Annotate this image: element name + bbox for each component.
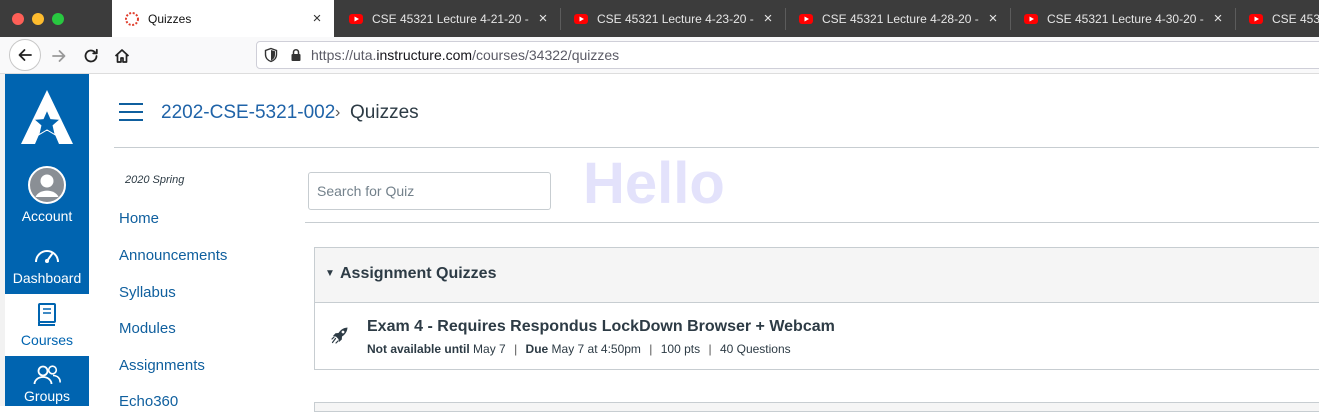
browser-tab-lecture-4-21[interactable]: CSE 45321 Lecture 4-21-20 - Y × bbox=[336, 0, 560, 37]
overlay-hello-text: Hello bbox=[583, 151, 725, 216]
close-window-button[interactable] bbox=[12, 12, 24, 25]
content-divider bbox=[305, 222, 1319, 223]
back-button[interactable] bbox=[9, 39, 41, 71]
meta-separator: | bbox=[514, 342, 518, 356]
quiz-group-header[interactable]: ▼ Assignment Quizzes bbox=[315, 248, 1319, 303]
browser-tab-lecture-4-23[interactable]: CSE 45321 Lecture 4-23-20 - Y × bbox=[561, 0, 785, 37]
course-nav-announcements[interactable]: Announcements bbox=[119, 247, 227, 264]
back-arrow-icon bbox=[18, 49, 32, 61]
course-menu-toggle-icon[interactable] bbox=[119, 103, 143, 121]
home-icon bbox=[114, 49, 130, 63]
nav-groups[interactable]: Groups bbox=[5, 364, 89, 414]
course-nav-syllabus[interactable]: Syllabus bbox=[119, 284, 176, 301]
lock-icon[interactable] bbox=[289, 48, 303, 62]
breadcrumb-course[interactable]: 2202-CSE-5321-002 bbox=[161, 102, 335, 124]
browser-tab-quizzes[interactable]: Quizzes × bbox=[112, 0, 334, 37]
quiz-group-title: Assignment Quizzes bbox=[340, 265, 497, 282]
nav-dashboard[interactable]: Dashboard bbox=[5, 238, 89, 294]
meta-separator: | bbox=[708, 342, 712, 356]
browser-tab-lecture-partial[interactable]: CSE 4532 bbox=[1236, 0, 1319, 37]
youtube-icon bbox=[799, 13, 813, 24]
global-navigation: Account Dashboard Courses Groups bbox=[5, 74, 89, 406]
nav-account[interactable]: Account bbox=[5, 166, 89, 228]
nav-groups-label: Groups bbox=[24, 388, 70, 404]
browser-toolbar: https://uta.instructure.com/courses/3432… bbox=[0, 37, 1319, 74]
groups-people-icon bbox=[33, 365, 61, 385]
home-button[interactable] bbox=[107, 41, 137, 71]
meta-separator: | bbox=[649, 342, 653, 356]
quiz-group-assignment-quizzes: ▼ Assignment Quizzes Exam 4 - Requires R… bbox=[314, 247, 1319, 370]
header-divider bbox=[114, 147, 1319, 148]
uta-logo-icon bbox=[21, 90, 73, 144]
courses-book-icon bbox=[38, 303, 56, 326]
course-nav-assignments[interactable]: Assignments bbox=[119, 357, 205, 374]
tab-title: CSE 4532 bbox=[1272, 11, 1319, 26]
quiz-rocket-icon bbox=[331, 327, 348, 344]
nav-courses[interactable]: Courses bbox=[5, 294, 89, 356]
tab-title: CSE 45321 Lecture 4-28-20 - Y bbox=[822, 11, 980, 26]
quiz-title-link[interactable]: Exam 4 - Requires Respondus LockDown Bro… bbox=[367, 318, 835, 336]
nav-dashboard-label: Dashboard bbox=[12, 270, 82, 286]
address-bar[interactable]: https://uta.instructure.com/courses/3432… bbox=[256, 41, 1319, 69]
browser-tab-lecture-4-30[interactable]: CSE 45321 Lecture 4-30-20 - Y × bbox=[1011, 0, 1235, 37]
course-nav-home[interactable]: Home bbox=[119, 210, 159, 227]
course-nav-echo360[interactable]: Echo360 bbox=[119, 393, 178, 410]
close-tab-icon[interactable]: × bbox=[986, 10, 1000, 27]
breadcrumb-separator: › bbox=[335, 104, 341, 121]
collapse-caret-icon[interactable]: ▼ bbox=[325, 268, 335, 279]
availability-label: Not available until bbox=[367, 342, 470, 356]
reload-button[interactable] bbox=[76, 41, 106, 71]
institution-logo[interactable] bbox=[5, 88, 89, 146]
forward-arrow-icon bbox=[52, 50, 66, 62]
quiz-group-next bbox=[314, 402, 1319, 412]
quiz-question-count: 40 Questions bbox=[719, 342, 791, 356]
course-term: 2020 Spring bbox=[125, 174, 185, 186]
shield-icon[interactable] bbox=[263, 47, 279, 63]
browser-tab-lecture-4-28[interactable]: CSE 45321 Lecture 4-28-20 - Y × bbox=[786, 0, 1010, 37]
close-tab-icon[interactable]: × bbox=[761, 10, 775, 27]
availability-date: May 7 bbox=[473, 342, 506, 356]
close-tab-icon[interactable]: × bbox=[536, 10, 550, 27]
forward-button[interactable] bbox=[44, 41, 74, 71]
browser-tab-bar: Quizzes × CSE 45321 Lecture 4-21-20 - Y … bbox=[0, 0, 1319, 37]
course-nav-modules[interactable]: Modules bbox=[119, 320, 176, 337]
due-label: Due bbox=[525, 342, 549, 356]
window-controls bbox=[0, 0, 112, 37]
close-tab-icon[interactable]: × bbox=[1211, 10, 1225, 27]
nav-account-label: Account bbox=[21, 208, 73, 224]
maximize-window-button[interactable] bbox=[52, 12, 64, 25]
quiz-points: 100 pts bbox=[660, 342, 701, 356]
tab-title: CSE 45321 Lecture 4-23-20 - Y bbox=[597, 11, 755, 26]
url-text: https://uta.instructure.com/courses/3432… bbox=[311, 47, 620, 63]
breadcrumb-current: Quizzes bbox=[350, 102, 419, 123]
due-date: May 7 at 4:50pm bbox=[551, 342, 641, 356]
youtube-icon bbox=[1249, 13, 1263, 24]
youtube-icon bbox=[349, 13, 363, 24]
youtube-icon bbox=[574, 13, 588, 24]
minimize-window-button[interactable] bbox=[32, 12, 44, 25]
close-tab-icon[interactable]: × bbox=[310, 10, 324, 27]
canvas-logo-icon bbox=[125, 11, 139, 26]
quiz-meta: Not available until May 7 | Due May 7 at… bbox=[367, 342, 791, 356]
tab-title: CSE 45321 Lecture 4-30-20 - Y bbox=[1047, 11, 1205, 26]
reload-icon bbox=[84, 48, 98, 63]
account-avatar-icon bbox=[28, 166, 66, 204]
search-quiz-input[interactable] bbox=[308, 172, 551, 210]
youtube-icon bbox=[1024, 13, 1038, 24]
tab-title: CSE 45321 Lecture 4-21-20 - Y bbox=[372, 11, 530, 26]
nav-courses-label: Courses bbox=[20, 332, 74, 348]
tab-title: Quizzes bbox=[148, 11, 192, 26]
dashboard-gauge-icon bbox=[35, 250, 59, 263]
